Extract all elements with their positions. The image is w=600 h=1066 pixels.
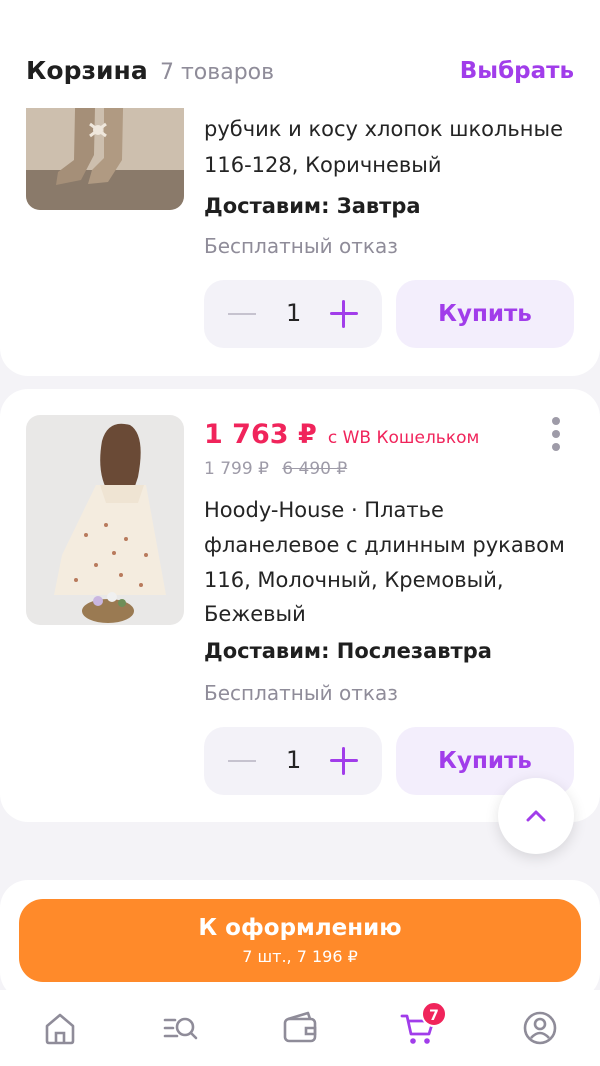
cart-item-2: 1 763 ₽ с WB Кошельком 1 799 ₽ 6 490 ₽ H… [0,389,600,822]
chevron-up-icon [526,810,546,822]
items-count: 7 товаров [160,60,275,85]
select-button[interactable]: Выбрать [460,58,574,84]
scroll-to-top-button[interactable] [498,778,574,854]
delivery-info: Доставим: Послезавтра [204,639,492,663]
product-variant: 116, Молочный, Кремовый, [204,568,504,592]
delivery-info: Доставим: Завтра [204,194,421,218]
cart-badge: 7 [421,1001,447,1027]
product-description: Hoody-House · Платье [204,498,444,522]
product-image-dress[interactable] [26,415,184,625]
price-regular: 1 799 ₽ [204,459,269,479]
product-description-2: фланелевое с длинным рукавом [204,533,565,557]
page-title: Корзина [26,56,148,85]
product-variant: 116-128, Коричневый [204,153,442,177]
checkout-summary: 7 шт., 7 196 ₽ [242,947,358,966]
home-icon[interactable] [40,1008,80,1048]
profile-icon[interactable] [520,1008,560,1048]
refund-info: Бесплатный отказ [204,681,398,705]
price-row: 1 763 ₽ с WB Кошельком [204,419,479,450]
bottom-tab-bar [0,990,600,1066]
more-options-icon[interactable] [552,417,562,451]
product-description: рубчик и косу хлопок школьные [204,117,564,141]
wallet-note: с WB Кошельком [327,428,480,448]
price-with-wallet: 1 763 ₽ [204,419,317,450]
increase-button[interactable] [330,747,358,775]
price-regular-row: 1 799 ₽ 6 490 ₽ [204,459,347,479]
decrease-button[interactable] [228,313,256,315]
catalog-search-icon[interactable] [160,1008,200,1048]
decrease-button[interactable] [228,760,256,762]
increase-button[interactable] [330,300,358,328]
product-variant-2: Бежевый [204,602,306,626]
refund-info: Бесплатный отказ [204,234,398,258]
quantity-value: 1 [286,299,302,327]
quantity-stepper: 1 [204,280,382,348]
checkout-label: К оформлению [198,915,402,941]
checkout-button[interactable]: К оформлению 7 шт., 7 196 ₽ [19,899,581,982]
quantity-stepper: 1 [204,727,382,795]
cart-item-1: рубчик и косу хлопок школьные 116-128, К… [0,80,600,376]
cart-header: Корзина 7 товаров Выбрать [0,0,600,108]
price-old: 6 490 ₽ [282,459,348,479]
wallet-icon[interactable] [280,1008,320,1048]
buy-button[interactable]: Купить [396,280,574,348]
quantity-value: 1 [286,746,302,774]
